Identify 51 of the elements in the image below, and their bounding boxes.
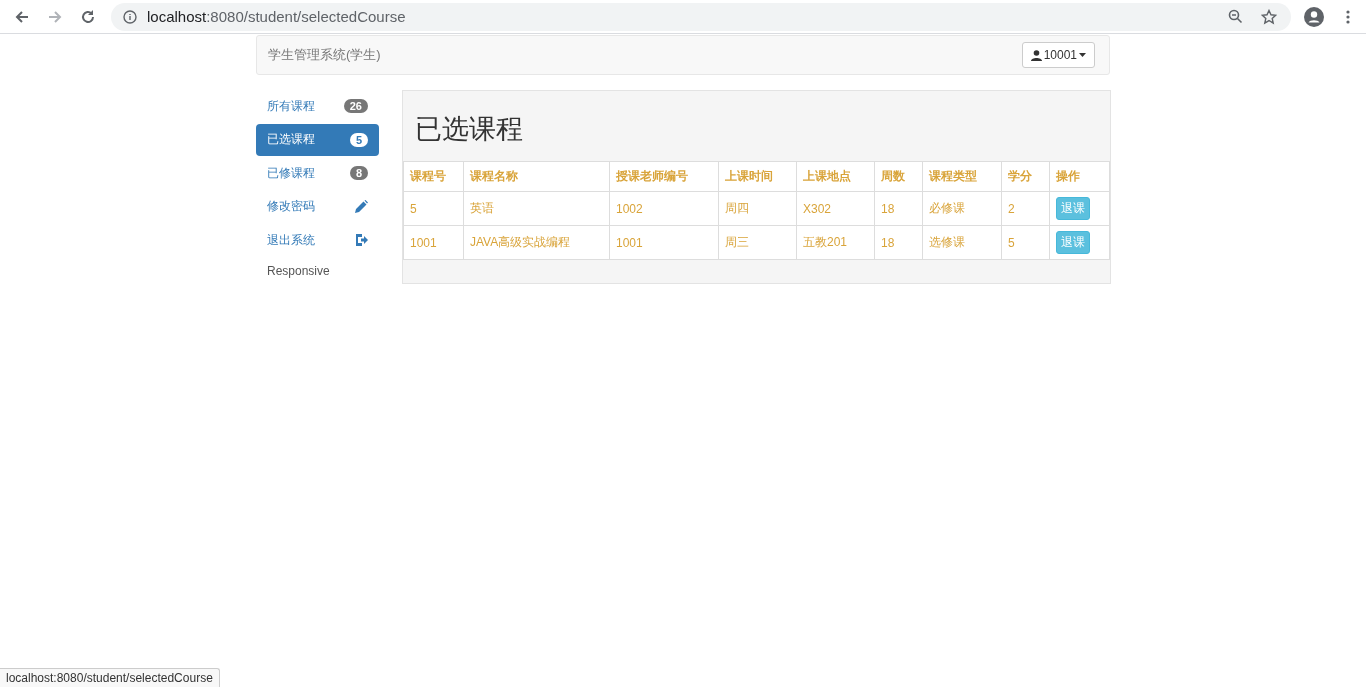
table-cell: 英语 bbox=[463, 191, 610, 226]
address-bar[interactable]: localhost:8080/student/selectedCourse bbox=[111, 2, 1291, 31]
table-cell: 必修课 bbox=[922, 191, 1002, 226]
count-badge: 8 bbox=[349, 166, 368, 180]
table-cell: 18 bbox=[874, 225, 923, 260]
table-cell: 1001 bbox=[403, 225, 464, 260]
count-badge: 5 bbox=[349, 132, 368, 147]
table-cell: 5 bbox=[403, 191, 464, 226]
sidebar-item[interactable]: 退出系统 bbox=[256, 224, 379, 256]
column-header: 周数 bbox=[874, 161, 923, 192]
status-bar: localhost:8080/student/selectedCourse bbox=[0, 668, 220, 687]
menu-icon[interactable] bbox=[1346, 9, 1350, 24]
table-cell: 周四 bbox=[718, 191, 797, 226]
navbar-brand[interactable]: 学生管理系统(学生) bbox=[268, 46, 381, 64]
user-dropdown-button[interactable]: 10001 bbox=[1021, 42, 1095, 68]
count-badge: 26 bbox=[343, 99, 368, 113]
sidebar-footer-text: Responsive bbox=[266, 262, 331, 280]
table-cell: 周三 bbox=[718, 225, 797, 260]
table-cell: 5 bbox=[1001, 225, 1050, 260]
column-header: 授课老师编号 bbox=[609, 161, 719, 192]
column-header: 课程号 bbox=[403, 161, 464, 192]
sidebar-item[interactable]: 已修课程 8 bbox=[256, 157, 379, 189]
table-cell: 2 bbox=[1001, 191, 1050, 226]
column-header: 课程类型 bbox=[922, 161, 1002, 192]
back-arrow-icon[interactable] bbox=[14, 8, 30, 25]
table-cell: JAVA高级实战编程 bbox=[463, 225, 610, 260]
column-header: 上课地点 bbox=[796, 161, 875, 192]
table-cell: 1001 bbox=[609, 225, 719, 260]
table-cell: 五教201 bbox=[796, 225, 875, 260]
sidebar-item[interactable]: 修改密码 bbox=[256, 190, 379, 223]
table-cell: 18 bbox=[874, 191, 923, 226]
column-header: 课程名称 bbox=[463, 161, 610, 192]
info-icon bbox=[123, 9, 137, 24]
account-icon[interactable] bbox=[1304, 6, 1324, 27]
user-icon bbox=[1030, 49, 1042, 61]
table-cell: X302 bbox=[796, 191, 875, 226]
sidebar-item[interactable]: 已选课程 5 bbox=[256, 123, 379, 156]
page-title: 已选课程 bbox=[414, 113, 524, 146]
column-header: 操作 bbox=[1049, 161, 1110, 192]
column-header: 上课时间 bbox=[718, 161, 797, 192]
pencil-icon bbox=[355, 200, 368, 213]
sidebar-item[interactable]: 所有课程 26 bbox=[256, 90, 379, 122]
star-icon[interactable] bbox=[1261, 8, 1277, 25]
zoom-out-icon[interactable] bbox=[1228, 9, 1243, 24]
table-cell: 1002 bbox=[609, 191, 719, 226]
reload-icon[interactable] bbox=[80, 8, 96, 25]
table-cell: 选修课 bbox=[922, 225, 1002, 260]
url-text: localhost:8080/student/selectedCourse bbox=[147, 8, 406, 25]
column-header: 学分 bbox=[1001, 161, 1050, 192]
caret-icon bbox=[1079, 53, 1086, 57]
logout-icon bbox=[355, 234, 368, 246]
